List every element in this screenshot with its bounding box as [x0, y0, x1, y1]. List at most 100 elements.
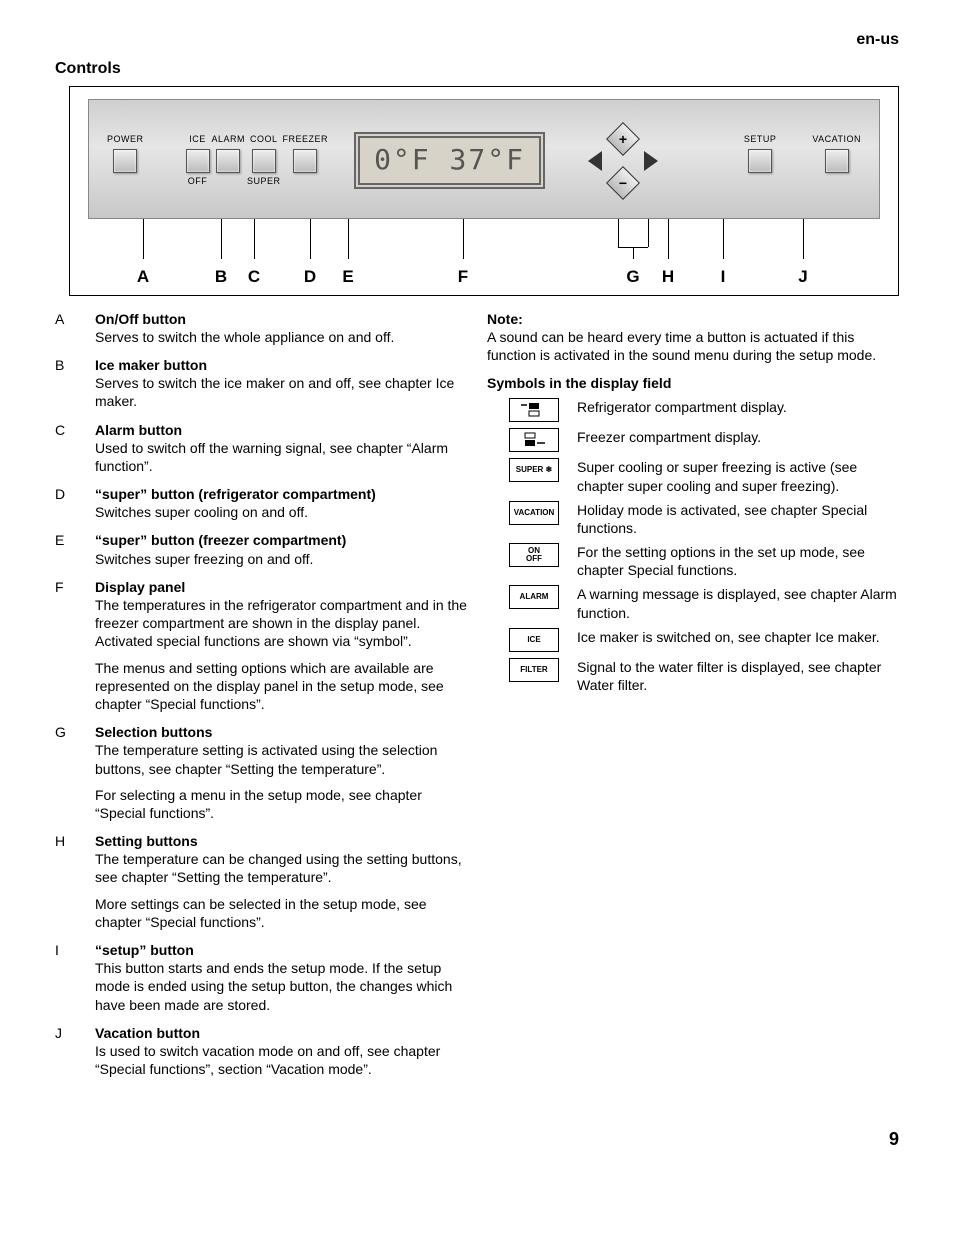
legend-item: E“super” button (freezer compartment)Swi… [55, 531, 467, 575]
symbol-icon [509, 428, 559, 452]
legend-text: Serves to switch the ice maker on and of… [95, 374, 467, 410]
symbol-row: SUPER ❄ Super cooling or super freezing i… [487, 458, 899, 494]
symbol-text: Ice maker is switched on, see chapter Ic… [577, 628, 899, 646]
callout-letter: I [721, 266, 726, 288]
right-arrow-button[interactable] [644, 151, 658, 171]
legend-text: This button starts and ends the setup mo… [95, 959, 467, 1014]
legend-title: “super” button (freezer compartment) [95, 531, 467, 549]
plus-button[interactable]: + [606, 122, 640, 156]
symbols-heading: Symbols in the display field [487, 374, 899, 392]
temperature-display: 0°F 37°F [354, 132, 545, 188]
symbol-icon: ONOFF [509, 543, 559, 567]
symbol-icon: SUPER ❄ [509, 458, 559, 482]
symbol-row: ICEIce maker is switched on, see chapter… [487, 628, 899, 652]
btn-label: ALARM [212, 134, 246, 146]
section-heading: Controls [55, 59, 899, 80]
controls-figure: POWER ICE OFF ALARM COOL SUPER FREEZER [69, 86, 899, 296]
power-button[interactable] [113, 149, 137, 173]
symbol-text: For the setting options in the set up mo… [577, 543, 899, 579]
callout-letter: G [626, 266, 639, 288]
btn-label: POWER [107, 134, 144, 146]
legend-text: Serves to switch the whole appliance on … [95, 328, 467, 346]
symbol-text: A warning message is displayed, see chap… [577, 585, 899, 621]
legend-text: More settings can be selected in the set… [95, 895, 467, 931]
legend-title: “super” button (refrigerator compartment… [95, 485, 467, 503]
callout-letter: C [248, 266, 260, 288]
legend-item: BIce maker buttonServes to switch the ic… [55, 356, 467, 419]
legend-text: The menus and setting options which are … [95, 659, 467, 714]
legend-item: JVacation buttonIs used to switch vacati… [55, 1024, 467, 1087]
legend-title: Setting buttons [95, 832, 467, 850]
setup-button[interactable] [748, 149, 772, 173]
symbol-icon: VACATION [509, 501, 559, 525]
legend-text: Used to switch off the warning signal, s… [95, 439, 467, 475]
vacation-button[interactable] [825, 149, 849, 173]
legend-letter: I [55, 941, 95, 1022]
legend-title: Selection buttons [95, 723, 467, 741]
legend-title: Ice maker button [95, 356, 467, 374]
legend-text: The temperature can be changed using the… [95, 850, 467, 886]
notes-column: Note: A sound can be heard every time a … [487, 310, 899, 1089]
legend-text: The temperature setting is activated usi… [95, 741, 467, 777]
symbol-row: Refrigerator compartment display. [487, 398, 899, 422]
symbol-row: ALARM A warning message is displayed, see… [487, 585, 899, 621]
symbol-text: Freezer compartment display. [577, 428, 899, 446]
btn-label: ICE [189, 134, 206, 146]
legend-item: CAlarm buttonUsed to switch off the warn… [55, 421, 467, 484]
legend-title: Vacation button [95, 1024, 467, 1042]
callout-letter: B [215, 266, 227, 288]
callout-letter: D [304, 266, 316, 288]
symbol-row: Freezer compartment display. [487, 428, 899, 452]
alarm-button[interactable] [216, 149, 240, 173]
note-heading: Note: [487, 310, 899, 328]
btn-label: VACATION [812, 134, 861, 146]
btn-label: SUPER [247, 176, 281, 188]
callout-letter: A [137, 266, 149, 288]
legend-text: Is used to switch vacation mode on and o… [95, 1042, 467, 1078]
callout-letter: F [458, 266, 468, 288]
legend-item: D“super” button (refrigerator compartmen… [55, 485, 467, 529]
control-panel: POWER ICE OFF ALARM COOL SUPER FREEZER [88, 99, 880, 219]
symbol-icon: FILTER [509, 658, 559, 682]
callout-letter: J [798, 266, 807, 288]
legend-letter: A [55, 310, 95, 354]
btn-label: SETUP [744, 134, 777, 146]
leader-lines: A B C D E F G H I J [88, 219, 880, 269]
freezer-super-button[interactable] [293, 149, 317, 173]
legend-item: HSetting buttonsThe temperature can be c… [55, 832, 467, 939]
legend-text: Switches super cooling on and off. [95, 503, 467, 521]
left-arrow-button[interactable] [588, 151, 602, 171]
legend-text: The temperatures in the refrigerator com… [95, 596, 467, 651]
legend-text: Switches super freezing on and off. [95, 550, 467, 568]
symbol-icon: ALARM [509, 585, 559, 609]
locale-label: en-us [55, 30, 899, 51]
symbol-row: FILTER Signal to the water filter is disp… [487, 658, 899, 694]
symbol-text: Holiday mode is activated, see chapter S… [577, 501, 899, 537]
legend-item: GSelection buttonsThe temperature settin… [55, 723, 467, 830]
arrow-pad: + − [581, 128, 665, 194]
legend-letter: F [55, 578, 95, 721]
symbol-row: ONOFF For the setting options in the set … [487, 543, 899, 579]
minus-button[interactable]: − [606, 166, 640, 200]
symbol-text: Refrigerator compartment display. [577, 398, 899, 416]
btn-label: COOL [250, 134, 278, 146]
symbol-icon [509, 398, 559, 422]
symbol-row: VACATION Holiday mode is activated, see c… [487, 501, 899, 537]
symbol-text: Super cooling or super freezing is activ… [577, 458, 899, 494]
legend-letter: E [55, 531, 95, 575]
legend-item: AOn/Off buttonServes to switch the whole… [55, 310, 467, 354]
legend-title: Alarm button [95, 421, 467, 439]
legend-letter: D [55, 485, 95, 529]
legend-text: For selecting a menu in the setup mode, … [95, 786, 467, 822]
legend-item: FDisplay panelThe temperatures in the re… [55, 578, 467, 721]
callout-letter: H [662, 266, 674, 288]
legend-letter: B [55, 356, 95, 419]
legend-item: I“setup” buttonThis button starts and en… [55, 941, 467, 1022]
ice-button[interactable] [186, 149, 210, 173]
legend-title: “setup” button [95, 941, 467, 959]
legend-title: Display panel [95, 578, 467, 596]
note-text: A sound can be heard every time a button… [487, 328, 899, 364]
cool-super-button[interactable] [252, 149, 276, 173]
symbol-text: Signal to the water filter is displayed,… [577, 658, 899, 694]
legend-letter: J [55, 1024, 95, 1087]
